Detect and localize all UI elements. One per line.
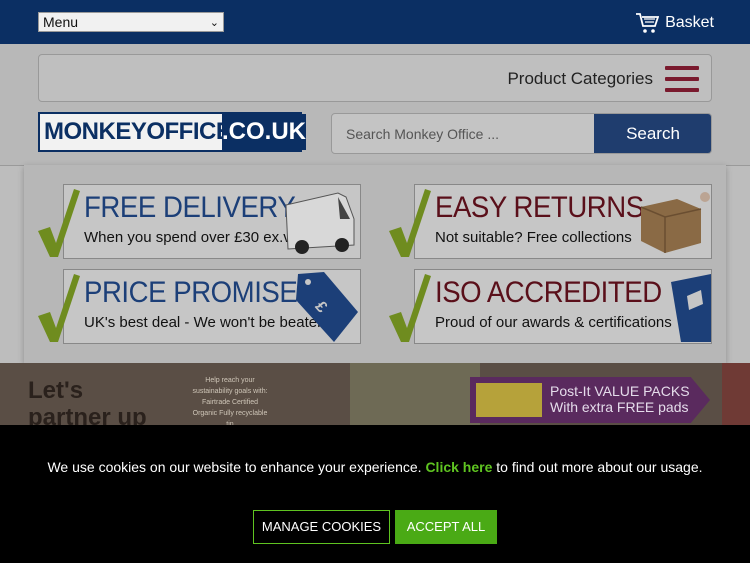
postit-pack-icon xyxy=(476,383,542,417)
postit-offer[interactable]: Post-It VALUE PACKS With extra FREE pads xyxy=(470,377,710,423)
banner-small-text: Help reach your sustainability goals wit… xyxy=(192,377,268,425)
iso-badge-icon xyxy=(671,274,711,342)
search-input[interactable]: Search Monkey Office ... xyxy=(346,126,499,142)
promo-easy-returns[interactable]: EASY RETURNS Not suitable? Free collecti… xyxy=(389,184,712,259)
promo-panel: FREE DELIVERY When you spend over £30 ex… xyxy=(24,165,726,363)
postit-offer-line: Post-It VALUE PACKS xyxy=(550,383,690,399)
logo-text-main: MONKEYOFFICE xyxy=(40,114,232,150)
cookie-info-link[interactable]: Click here xyxy=(425,459,492,475)
product-categories-bar[interactable]: Product Categories xyxy=(38,54,712,102)
banner-headline-line: partner up xyxy=(28,404,147,425)
postit-offer-line: With extra FREE pads xyxy=(550,399,689,415)
promo-title: FREE DELIVERY xyxy=(84,191,296,224)
search-button[interactable]: Search xyxy=(594,114,711,153)
promo-title: EASY RETURNS xyxy=(435,191,644,224)
promo-subtitle: Not suitable? Free collections xyxy=(435,229,632,246)
promo-title: PRICE PROMISE xyxy=(84,276,298,309)
accept-all-button[interactable]: ACCEPT ALL xyxy=(395,510,497,544)
checkmark-icon xyxy=(389,189,431,257)
banner-edge xyxy=(722,363,750,425)
cart-icon xyxy=(636,13,660,33)
checkmark-icon xyxy=(389,274,431,342)
product-categories-label: Product Categories xyxy=(507,69,653,88)
cookie-message-text: to find out more about our usage. xyxy=(492,459,703,475)
menu-select[interactable]: Menu ⌄ xyxy=(38,12,224,32)
cookie-banner: We use cookies on our website to enhance… xyxy=(0,425,750,563)
basket-label: Basket xyxy=(665,14,714,31)
promo-banner[interactable]: Let's partner up Help reach your sustain… xyxy=(0,363,750,425)
promo-iso-accredited[interactable]: ISO ACCREDITED Proud of our awards & cer… xyxy=(389,269,712,344)
checkmark-icon xyxy=(38,274,80,342)
chevron-down-icon: ⌄ xyxy=(209,17,219,29)
parcel-box-icon xyxy=(640,192,710,253)
search-form: Search Monkey Office ... Search xyxy=(331,113,712,154)
banner-headline-line: Let's xyxy=(28,377,84,404)
postit-offer-text: Post-It VALUE PACKS With extra FREE pads xyxy=(550,383,690,415)
logo-text-domain: .CO.UK xyxy=(222,114,306,150)
promo-free-delivery[interactable]: FREE DELIVERY When you spend over £30 ex… xyxy=(38,184,361,259)
checkmark-icon xyxy=(38,189,80,257)
site-logo[interactable]: MONKEYOFFICE .CO.UK xyxy=(38,112,306,152)
hamburger-menu-icon[interactable] xyxy=(665,66,699,92)
basket-link[interactable]: Basket xyxy=(635,10,714,36)
banner-headline: Let's partner up xyxy=(28,377,147,425)
promo-subtitle: When you spend over £30 ex.vat xyxy=(84,229,304,246)
promo-price-promise[interactable]: PRICE PROMISE UK's best deal - We won't … xyxy=(38,269,361,344)
promo-title: ISO ACCREDITED xyxy=(435,276,662,309)
banner-photo xyxy=(350,363,480,425)
cookie-message-text: We use cookies on our website to enhance… xyxy=(47,459,426,475)
top-bar: Menu ⌄ Basket xyxy=(0,0,750,44)
delivery-van-icon xyxy=(285,192,355,254)
cookie-message: We use cookies on our website to enhance… xyxy=(0,459,750,475)
menu-select-label: Menu xyxy=(43,14,79,30)
manage-cookies-button[interactable]: MANAGE COOKIES xyxy=(253,510,390,544)
price-tag-icon: £ xyxy=(296,272,358,342)
